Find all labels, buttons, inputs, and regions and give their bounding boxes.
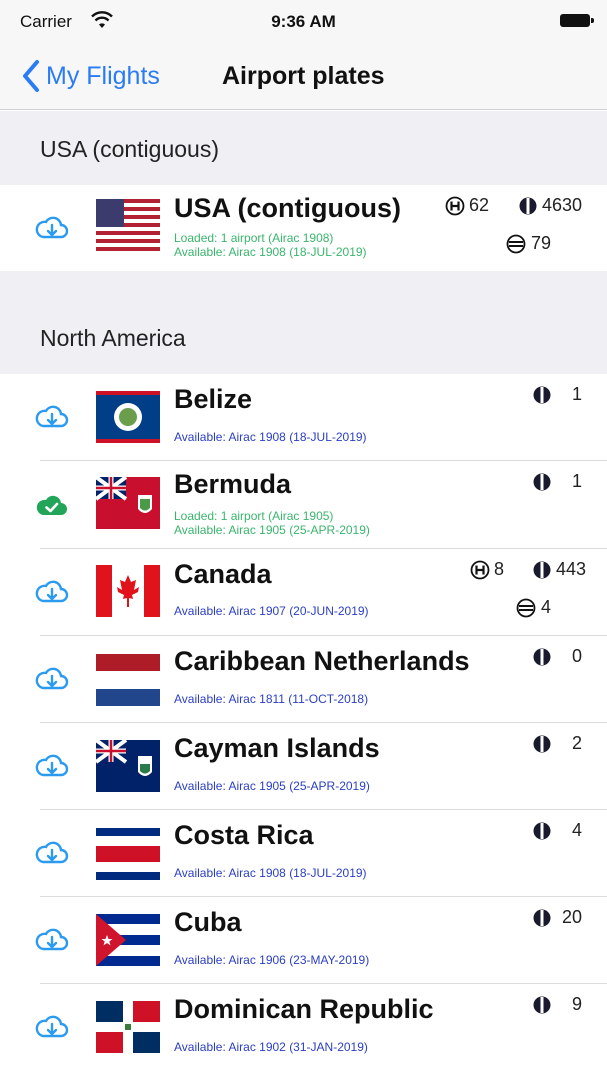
status-bar: Carrier 9:36 AM bbox=[0, 0, 607, 44]
row-loaded-status: Loaded: 1 airport (Airac 1905) bbox=[174, 509, 334, 523]
airport-icon bbox=[533, 909, 551, 926]
airport-icon bbox=[519, 197, 537, 214]
airport-count: 1 bbox=[532, 471, 582, 492]
airport-icon bbox=[533, 561, 551, 578]
row-loaded-status: Loaded: 1 airport (Airac 1908) bbox=[174, 231, 334, 245]
airport-icon bbox=[533, 822, 551, 839]
list-item-usa[interactable]: USA (contiguous) Loaded: 1 airport (Aira… bbox=[0, 185, 607, 271]
row-title: Cuba bbox=[174, 907, 242, 937]
row-title: Costa Rica bbox=[174, 820, 314, 850]
list-item-cayman-islands[interactable]: Cayman Islands Available: Airac 1905 (25… bbox=[0, 723, 607, 810]
list-item-belize[interactable]: Belize Available: Airac 1908 (18-JUL-201… bbox=[0, 374, 607, 461]
list-item-costa-rica[interactable]: Costa Rica Available: Airac 1908 (18-JUL… bbox=[0, 810, 607, 897]
airport-count: 20 bbox=[532, 907, 582, 928]
list-item-caribbean-netherlands[interactable]: Caribbean Netherlands Available: Airac 1… bbox=[0, 636, 607, 723]
cloud-download-icon[interactable] bbox=[34, 402, 70, 432]
airport-count: 4630 bbox=[518, 195, 582, 216]
cloud-download-icon[interactable] bbox=[34, 1012, 70, 1042]
flag-cuba-icon bbox=[96, 914, 160, 966]
flag-bermuda-icon bbox=[96, 477, 160, 529]
seaplane-base-count: 79 bbox=[505, 233, 551, 254]
cloud-check-icon[interactable] bbox=[34, 491, 70, 521]
flag-belize-icon bbox=[96, 391, 160, 443]
row-available-status: Available: Airac 1811 (11-OCT-2018) bbox=[174, 692, 369, 706]
row-available-status: Available: Airac 1908 (18-JUL-2019) bbox=[174, 866, 367, 880]
airport-count: 9 bbox=[532, 994, 582, 1015]
list-item-canada[interactable]: Canada Available: Airac 1907 (20-JUN-201… bbox=[0, 549, 607, 636]
flag-cayman-islands-icon bbox=[96, 740, 160, 792]
row-title: Canada bbox=[174, 559, 272, 589]
list-item-dominican-republic[interactable]: Dominican Republic Available: Airac 1902… bbox=[0, 984, 607, 1066]
airport-icon bbox=[533, 648, 551, 665]
section-header-usa: USA (contiguous) bbox=[0, 111, 607, 185]
airport-count: 0 bbox=[532, 646, 582, 667]
seaplane-base-icon bbox=[506, 234, 526, 253]
cloud-download-icon[interactable] bbox=[34, 664, 70, 694]
row-available-status: Available: Airac 1908 (18-JUL-2019) bbox=[174, 245, 367, 259]
flag-costa-rica-icon bbox=[96, 828, 160, 880]
seaplane-base-count: 4 bbox=[515, 597, 551, 618]
airport-icon bbox=[533, 996, 551, 1013]
row-available-status: Available: Airac 1905 (25-APR-2019) bbox=[174, 779, 370, 793]
cloud-download-icon[interactable] bbox=[34, 213, 70, 243]
page-title: Airport plates bbox=[222, 62, 385, 90]
row-title: Belize bbox=[174, 384, 253, 414]
airport-count: 2 bbox=[532, 733, 582, 754]
section-header-label: USA (contiguous) bbox=[40, 136, 219, 162]
airport-icon bbox=[533, 386, 551, 403]
battery-icon bbox=[560, 14, 594, 27]
row-title: Cayman Islands bbox=[174, 733, 380, 763]
flag-dominican-republic-icon bbox=[96, 1001, 160, 1053]
row-title: Dominican Republic bbox=[174, 994, 434, 1024]
heliport-count: 62 bbox=[445, 195, 489, 216]
heliport-icon bbox=[445, 196, 465, 215]
heliport-icon bbox=[470, 560, 490, 579]
back-label: My Flights bbox=[46, 61, 160, 90]
back-button[interactable]: My Flights bbox=[20, 58, 160, 94]
airport-icon bbox=[533, 735, 551, 752]
cloud-download-icon[interactable] bbox=[34, 751, 70, 781]
status-time: 9:36 AM bbox=[271, 12, 336, 31]
airport-count: 4 bbox=[532, 820, 582, 841]
navigation-bar: My Flights Airport plates bbox=[0, 44, 607, 110]
airport-count: 443 bbox=[532, 559, 586, 580]
row-available-status: Available: Airac 1906 (23-MAY-2019) bbox=[174, 953, 370, 967]
cloud-download-icon[interactable] bbox=[34, 838, 70, 868]
cloud-download-icon[interactable] bbox=[34, 925, 70, 955]
heliport-count: 8 bbox=[470, 559, 504, 580]
flag-canada-icon bbox=[96, 565, 160, 617]
row-title: Bermuda bbox=[174, 469, 292, 499]
section-header-north-america: North America bbox=[0, 271, 607, 374]
row-available-status: Available: Airac 1905 (25-APR-2019) bbox=[174, 523, 370, 537]
airport-count: 1 bbox=[532, 384, 582, 405]
chevron-left-icon bbox=[23, 60, 39, 92]
section-header-label: North America bbox=[40, 325, 186, 351]
row-available-status: Available: Airac 1907 (20-JUN-2019) bbox=[174, 604, 369, 618]
flag-netherlands-icon bbox=[96, 654, 160, 706]
row-available-status: Available: Airac 1902 (31-JAN-2019) bbox=[174, 1040, 368, 1054]
seaplane-base-icon bbox=[516, 598, 536, 617]
list-item-cuba[interactable]: Cuba Available: Airac 1906 (23-MAY-2019)… bbox=[0, 897, 607, 984]
row-title: Caribbean Netherlands bbox=[174, 646, 470, 676]
list-item-bermuda[interactable]: Bermuda Loaded: 1 airport (Airac 1905) A… bbox=[0, 461, 607, 549]
cloud-download-icon[interactable] bbox=[34, 577, 70, 607]
flag-usa-icon bbox=[96, 199, 160, 251]
airport-icon bbox=[533, 473, 551, 490]
row-title: USA (contiguous) bbox=[174, 193, 401, 223]
row-available-status: Available: Airac 1908 (18-JUL-2019) bbox=[174, 430, 367, 444]
